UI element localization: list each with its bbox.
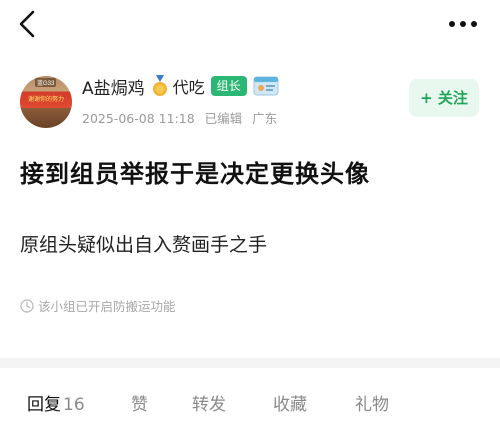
notice-text: 该小组已开启防搬运功能 (38, 299, 176, 314)
post-date: 2025-06-08 11:18 (82, 111, 195, 126)
more-options-icon[interactable] (448, 19, 478, 29)
anti-repost-notice: 该小组已开启防搬运功能 (20, 296, 176, 315)
name-row: A盐焗鸡 代吃 组长 (82, 74, 279, 99)
top-bar (0, 0, 500, 48)
role-text: 代吃 (172, 78, 205, 97)
post-meta: 2025-06-08 11:18 已编辑 广东 (82, 108, 283, 127)
author-section: 蓝G33 谢谢你的努力 A盐焗鸡 代吃 组长 2025-06-08 11:18 … (20, 72, 480, 132)
tab-reply-count: 16 (63, 395, 85, 415)
avatar-banner: 谢谢你的努力 (27, 97, 64, 103)
tab-collect[interactable]: 收藏 (273, 390, 307, 415)
tab-reply-label: 回复 (27, 395, 61, 415)
section-divider (0, 358, 500, 368)
clock-icon (20, 298, 34, 313)
edited-label: 已编辑 (204, 111, 243, 126)
tab-repost[interactable]: 转发 (192, 390, 226, 415)
back-arrow-icon[interactable] (16, 10, 40, 38)
id-card-icon (253, 76, 279, 96)
follow-button[interactable]: + 关注 (409, 79, 479, 117)
medal-icon (152, 75, 167, 96)
action-tabs: 回复 16 赞 转发 收藏 礼物 (0, 368, 500, 423)
avatar-tag: 蓝G33 (35, 78, 57, 87)
avatar[interactable]: 蓝G33 谢谢你的努力 (20, 76, 72, 128)
tab-like[interactable]: 赞 (131, 390, 148, 415)
location-label: 广东 (252, 111, 278, 126)
post-body: 原组头疑似出自入赘画手之手 (20, 234, 268, 256)
group-leader-badge: 组长 (210, 76, 247, 96)
username[interactable]: A盐焗鸡 (82, 74, 145, 99)
tab-gift[interactable]: 礼物 (355, 390, 389, 415)
tab-reply[interactable]: 回复 16 (27, 390, 85, 415)
post-title: 接到组员举报于是决定更换头像 (20, 160, 370, 188)
